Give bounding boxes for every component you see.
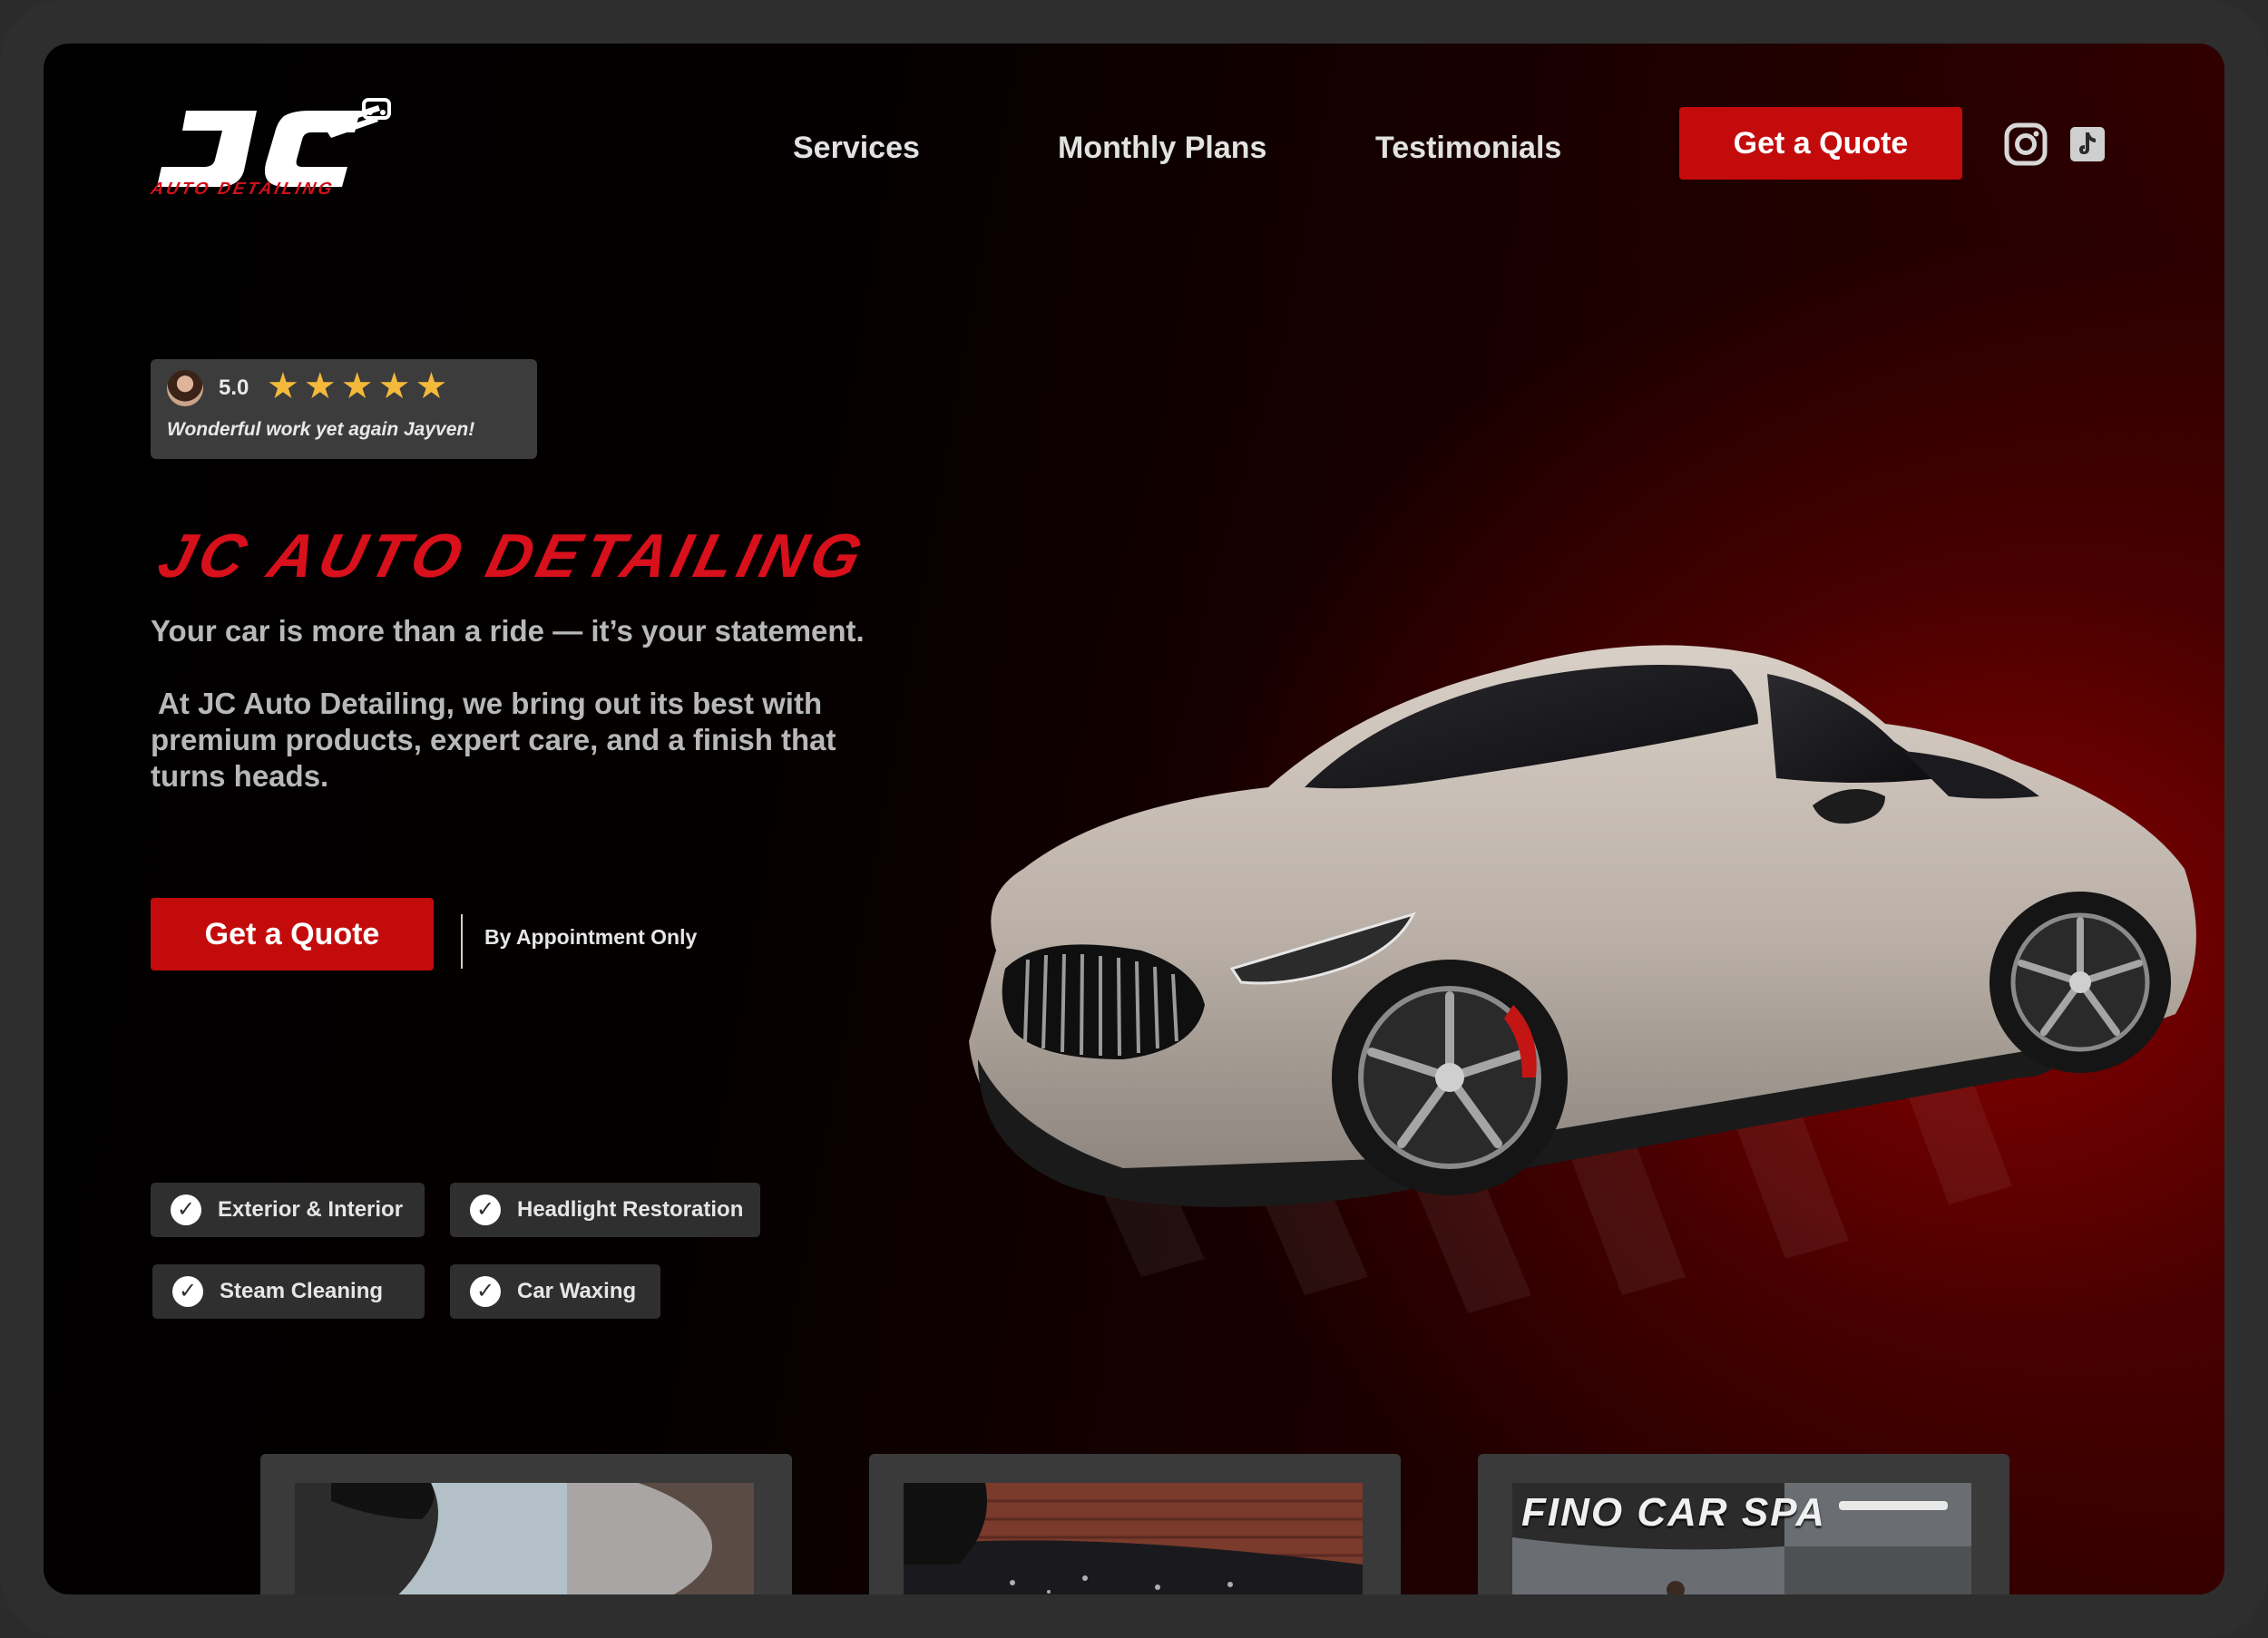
- feature-label: Exterior & Interior: [218, 1197, 404, 1222]
- feature-label: Car Waxing: [517, 1279, 637, 1303]
- service-card-3[interactable]: FINO CAR SPA: [1478, 1454, 2009, 1594]
- star-icon: ★: [267, 366, 299, 406]
- hero-tagline: Your car is more than a ride — it’s your…: [151, 614, 865, 648]
- feature-headlight-restoration: ✓ Headlight Restoration: [450, 1183, 760, 1237]
- feature-label: Headlight Restoration: [517, 1197, 744, 1222]
- hero-car-image: [942, 570, 2203, 1350]
- feature-label: Steam Cleaning: [220, 1279, 384, 1303]
- service-card-image: [904, 1483, 1363, 1594]
- check-icon: ✓: [172, 1276, 203, 1307]
- nav-testimonials[interactable]: Testimonials: [1375, 125, 1561, 171]
- service-card-image: [295, 1483, 754, 1594]
- check-icon: ✓: [171, 1194, 201, 1225]
- star-icon: ★: [340, 366, 374, 406]
- star-icon: ★: [303, 366, 337, 406]
- star-icon: ★: [415, 366, 448, 406]
- hero-get-quote-button[interactable]: Get a Quote: [151, 898, 434, 970]
- appointment-note: By Appointment Only: [484, 925, 698, 949]
- nav-monthly-plans[interactable]: Monthly Plans: [1058, 125, 1266, 171]
- service-card-1[interactable]: [260, 1454, 792, 1594]
- car-spa-sign: FINO CAR SPA: [1521, 1490, 1827, 1535]
- service-card-image: FINO CAR SPA: [1512, 1483, 1971, 1594]
- service-card-2[interactable]: [869, 1454, 1401, 1594]
- brand-tagline: AUTO DETAILING: [149, 180, 337, 199]
- check-icon: ✓: [470, 1276, 501, 1307]
- device-frame: AUTO DETAILING Services Monthly Plans Te…: [0, 0, 2268, 1638]
- tiktok-icon[interactable]: [2065, 122, 2110, 167]
- review-stars: ★ ★ ★ ★ ★: [267, 366, 447, 406]
- nav-services[interactable]: Services: [793, 125, 920, 171]
- cta-divider: [461, 914, 463, 969]
- check-icon: ✓: [470, 1194, 501, 1225]
- feature-steam-cleaning: ✓ Steam Cleaning: [152, 1264, 425, 1319]
- hero-body: At JC Auto Detailing, we bring out its b…: [151, 687, 836, 793]
- page-screen: AUTO DETAILING Services Monthly Plans Te…: [44, 44, 2224, 1594]
- feature-car-waxing: ✓ Car Waxing: [450, 1264, 660, 1319]
- reviewer-avatar: [167, 370, 203, 406]
- star-icon: ★: [377, 366, 411, 406]
- review-card: 5.0 ★ ★ ★ ★ ★ Wonderful work yet again J…: [151, 359, 537, 459]
- review-rating: 5.0: [219, 375, 249, 400]
- nav-get-quote-button[interactable]: Get a Quote: [1679, 107, 1962, 180]
- review-text: Wonderful work yet again Jayven!: [167, 419, 475, 440]
- feature-exterior-interior: ✓ Exterior & Interior: [151, 1183, 425, 1237]
- instagram-icon[interactable]: [2003, 122, 2048, 167]
